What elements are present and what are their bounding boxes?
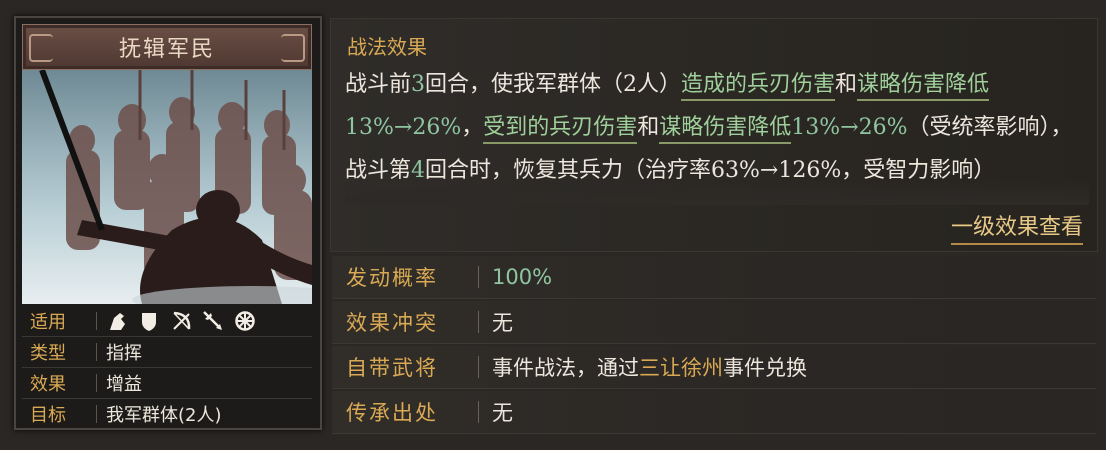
effect-keyword: 受到的兵刃伤害 <box>483 115 638 144</box>
inheritance-value: 无 <box>492 401 513 425</box>
level-one-effect-link[interactable]: 一级效果查看 <box>950 209 1083 245</box>
effect-number: 13%→26% <box>791 115 908 140</box>
banner-ornament-right <box>281 34 305 62</box>
effect-number: 4 <box>411 158 426 183</box>
bow-icon <box>170 310 192 332</box>
own-general-value: 事件战法，通过三让徐州事件兑换 <box>476 352 807 382</box>
cavalry-icon <box>106 310 128 332</box>
info-label: 传承出处 <box>346 401 438 425</box>
effect-text-segment: 回合，使我军群体（2人） <box>425 72 682 97</box>
effect-text-segment: 战斗前 <box>345 72 412 97</box>
unit-type-icons <box>92 310 256 332</box>
effect-text-segment: 事件战法，通过 <box>492 356 639 380</box>
effect-description[interactable]: 战斗前3回合，使我军群体（2人）造成的兵刃伤害和谋略伤害降低13%→26%，受到… <box>345 63 1089 205</box>
effect-text-segment: （治疗率63%→126%，受智力影响） <box>623 158 996 183</box>
info-row-trigger-rate: 发动概率 100% <box>332 256 1096 299</box>
card-title-banner: 抚辑军民 <box>22 24 312 70</box>
prop-row-target: 目标 我军群体(2人) <box>22 399 312 429</box>
effect-keyword: 谋略伤害降低 <box>659 115 792 144</box>
info-row-own-general: 自带武将 事件战法，通过三让徐州事件兑换 <box>332 346 1096 389</box>
trigger-rate-value: 100% <box>492 265 553 289</box>
tactic-card: 抚辑军民 适用 类型 指挥 效果 增益 目标 我军群体(2人) <box>14 16 322 430</box>
spear-icon <box>202 310 224 332</box>
effect-keyword: 谋略伤害降低 <box>857 72 990 101</box>
prop-label: 效果 <box>30 374 66 395</box>
effect-keyword: 造成的兵刃伤害 <box>681 72 836 101</box>
info-label: 发动概率 <box>346 266 438 290</box>
effect-text-segment: 事件兑换 <box>723 356 807 380</box>
effect-section-title: 战法效果 <box>347 35 427 59</box>
prop-label: 目标 <box>30 405 66 426</box>
info-row-inheritance: 传承出处 无 <box>332 391 1096 434</box>
prop-label: 适用 <box>30 312 66 333</box>
conflict-value: 无 <box>492 311 513 335</box>
card-properties: 适用 类型 指挥 效果 增益 目标 我军群体(2人) <box>22 306 312 429</box>
siege-icon <box>234 310 256 332</box>
effect-text-segment: 和 <box>835 72 858 97</box>
shield-icon <box>138 310 160 332</box>
effect-panel: 战法效果 战斗前3回合，使我军群体（2人）造成的兵刃伤害和谋略伤害降低13%→2… <box>330 18 1098 252</box>
prop-label: 类型 <box>30 343 66 364</box>
info-table: 发动概率 100% 效果冲突 无 自带武将 事件战法，通过三让徐州事件兑换 传承… <box>332 256 1096 436</box>
effect-text-segment: 回合时，恢复其兵力 <box>425 158 624 183</box>
prop-value: 我军群体(2人) <box>106 405 222 426</box>
info-label: 自带武将 <box>346 356 438 380</box>
effect-number: 13%→26% <box>345 115 462 140</box>
prop-row-effect: 效果 增益 <box>22 368 312 399</box>
prop-value: 指挥 <box>106 343 142 364</box>
prop-row-applicable: 适用 <box>22 306 312 337</box>
info-label: 效果冲突 <box>346 311 438 335</box>
info-row-conflict: 效果冲突 无 <box>332 301 1096 344</box>
tactic-name: 抚辑军民 <box>118 37 215 62</box>
prop-value: 增益 <box>106 374 142 395</box>
event-name: 三让徐州 <box>639 356 723 380</box>
tactic-artwork <box>22 70 312 304</box>
effect-text-segment: ， <box>461 115 484 140</box>
effect-text-segment: 和 <box>637 115 660 140</box>
prop-row-type: 类型 指挥 <box>22 337 312 368</box>
effect-number: 3 <box>411 72 426 97</box>
